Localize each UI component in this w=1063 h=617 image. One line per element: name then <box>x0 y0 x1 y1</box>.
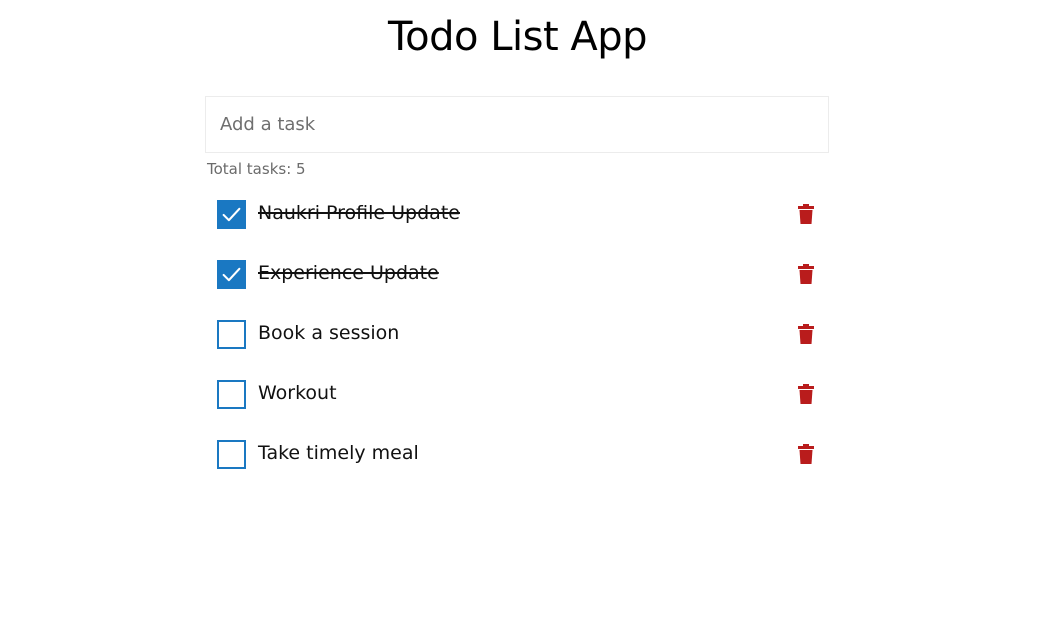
trash-icon <box>798 204 814 224</box>
total-tasks-count: Total tasks: 5 <box>207 160 306 178</box>
task-list: Naukri Profile Update Experience Update Bo… <box>205 184 829 484</box>
trash-icon <box>798 444 814 464</box>
task-item: Workout <box>205 364 829 424</box>
task-checkbox[interactable] <box>217 440 246 469</box>
task-checkbox[interactable] <box>217 380 246 409</box>
page-title: Todo List App <box>388 14 647 60</box>
task-item: Experience Update <box>205 244 829 304</box>
task-label: Book a session <box>258 322 400 344</box>
add-task-input[interactable] <box>205 96 829 153</box>
task-label: Workout <box>258 382 337 404</box>
delete-task-button[interactable] <box>796 443 816 465</box>
delete-task-button[interactable] <box>796 323 816 345</box>
task-label: Experience Update <box>258 262 439 284</box>
task-label: Take timely meal <box>258 442 419 464</box>
task-checkbox[interactable] <box>217 320 246 349</box>
task-item: Book a session <box>205 304 829 364</box>
check-icon <box>222 207 241 222</box>
check-icon <box>222 267 241 282</box>
task-label: Naukri Profile Update <box>258 202 460 224</box>
task-item: Take timely meal <box>205 424 829 484</box>
delete-task-button[interactable] <box>796 383 816 405</box>
task-item: Naukri Profile Update <box>205 184 829 244</box>
trash-icon <box>798 324 814 344</box>
trash-icon <box>798 384 814 404</box>
delete-task-button[interactable] <box>796 203 816 225</box>
delete-task-button[interactable] <box>796 263 816 285</box>
task-checkbox[interactable] <box>217 260 246 289</box>
task-checkbox[interactable] <box>217 200 246 229</box>
todo-app: Todo List App Total tasks: 5 Naukri Prof… <box>0 0 1063 617</box>
trash-icon <box>798 264 814 284</box>
